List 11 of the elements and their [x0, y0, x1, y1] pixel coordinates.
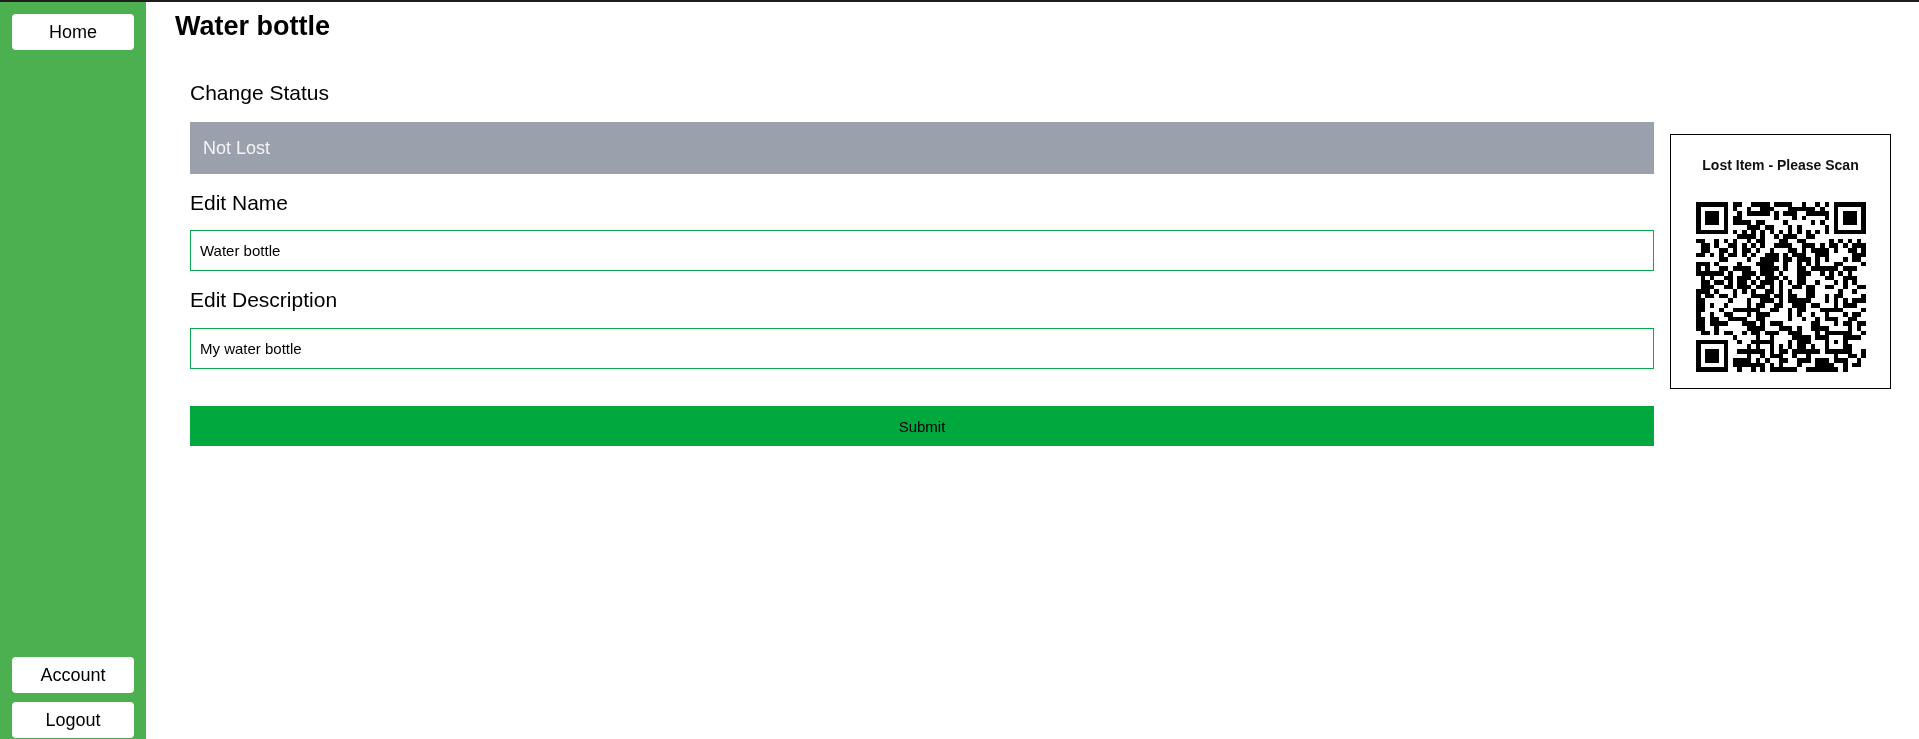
- description-input[interactable]: My water bottle: [190, 328, 1654, 369]
- status-label: Change Status: [190, 80, 329, 106]
- name-label: Edit Name: [190, 190, 289, 216]
- nav-button[interactable]: Home: [12, 14, 134, 50]
- nav-button[interactable]: Account: [12, 657, 134, 693]
- name-input[interactable]: Water bottle: [190, 230, 1654, 271]
- page-title: Water bottle: [175, 10, 331, 43]
- nav-button[interactable]: Logout: [12, 702, 134, 738]
- description-label: Edit Description: [190, 287, 338, 313]
- submit-button[interactable]: Submit: [190, 406, 1654, 446]
- qr-caption: Lost Item - Please Scan: [1702, 156, 1859, 174]
